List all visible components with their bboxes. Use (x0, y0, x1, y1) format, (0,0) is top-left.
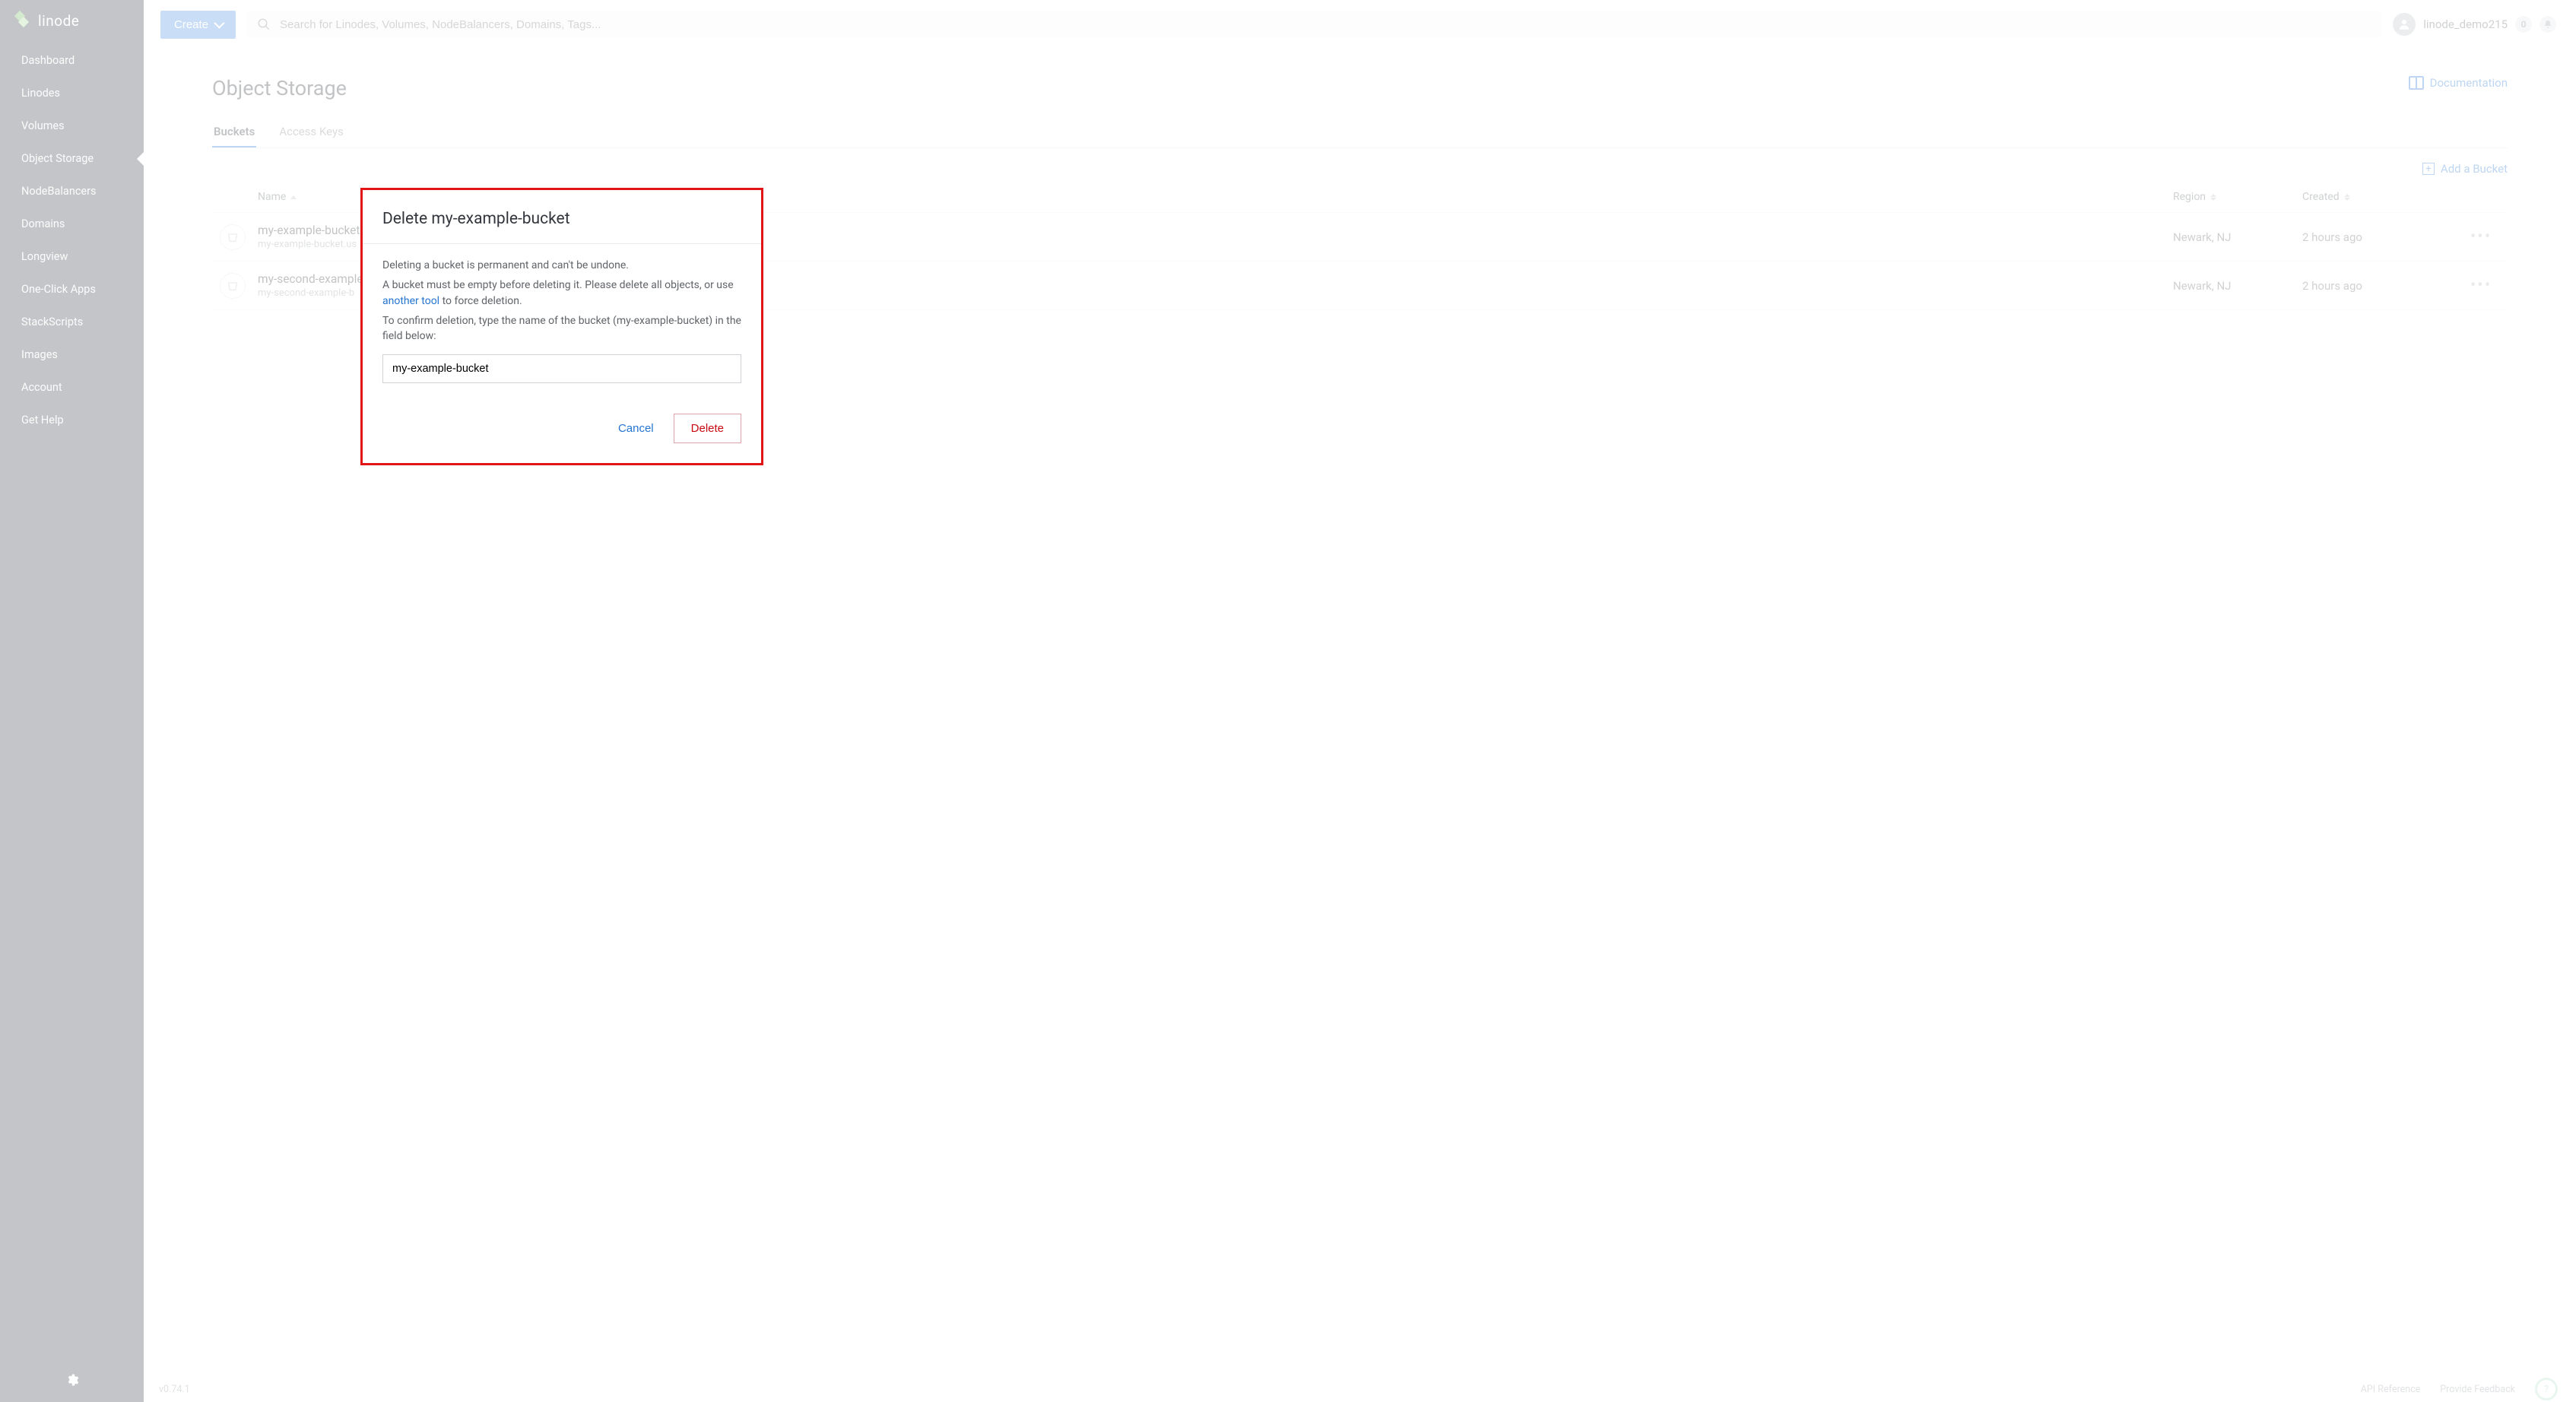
cancel-button[interactable]: Cancel (614, 414, 658, 442)
divider (363, 243, 761, 244)
modal-title: Delete my-example-bucket (382, 210, 741, 228)
delete-button[interactable]: Delete (674, 414, 741, 443)
delete-bucket-modal: Delete my-example-bucket Deleting a buck… (360, 188, 763, 465)
confirm-bucket-name-input[interactable] (382, 354, 741, 383)
modal-text-2: A bucket must be empty before deleting i… (382, 278, 741, 309)
modal-text-1: Deleting a bucket is permanent and can't… (382, 258, 741, 273)
modal-text-3: To confirm deletion, type the name of th… (382, 313, 741, 344)
another-tool-link[interactable]: another tool (382, 295, 439, 307)
